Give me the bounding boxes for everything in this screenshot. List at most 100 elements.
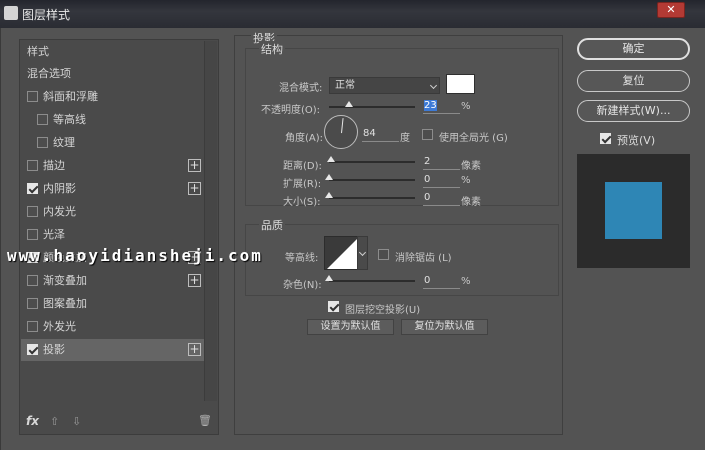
sidebar-item-label: 样式 <box>27 45 49 58</box>
noise-slider[interactable] <box>325 275 415 282</box>
knockout-label: 图层挖空投影(U) <box>345 305 421 316</box>
make-default-button[interactable]: 设置为默认值 <box>307 319 394 335</box>
noise-slider-thumb[interactable] <box>325 275 333 281</box>
sidebar-item-gradient-overlay[interactable]: 渐变叠加 + <box>21 270 204 292</box>
chevron-down-icon <box>429 81 438 90</box>
sidebar-item-label: 内阴影 <box>43 182 76 195</box>
add-gradient-overlay-button[interactable]: + <box>188 274 201 287</box>
size-slider-thumb[interactable] <box>325 192 333 198</box>
layer-style-dialog: 样式 混合选项 斜面和浮雕 等高线 纹理 描边 + 内阴影 + 内发光 光泽 颜… <box>0 28 705 450</box>
satin-checkbox[interactable] <box>27 229 38 240</box>
blend-mode-select[interactable]: 正常 <box>329 77 440 94</box>
styles-sidebar: 样式 混合选项 斜面和浮雕 等高线 纹理 描边 + 内阴影 + 内发光 光泽 颜… <box>19 39 219 435</box>
new-style-button[interactable]: 新建样式(W)... <box>577 100 690 122</box>
angle-input[interactable]: 84 <box>362 127 399 142</box>
distance-slider-thumb[interactable] <box>326 156 335 162</box>
blend-mode-label: 混合模式: <box>279 83 323 94</box>
distance-unit: 像素 <box>461 161 481 172</box>
distance-input[interactable]: 2 <box>423 155 460 170</box>
sidebar-item-outer-glow[interactable]: 外发光 <box>21 316 204 338</box>
sidebar-item-label: 内发光 <box>43 205 76 218</box>
global-light-label: 使用全局光 (G) <box>439 133 508 144</box>
sidebar-item-texture[interactable]: 纹理 <box>21 132 204 154</box>
sidebar-item-blending-options[interactable]: 混合选项 <box>21 63 204 85</box>
size-unit: 像素 <box>461 197 481 208</box>
move-up-icon[interactable]: ⇧ <box>50 415 59 428</box>
sidebar-item-drop-shadow[interactable]: 投影 + <box>21 339 204 361</box>
spread-slider-thumb[interactable] <box>325 174 333 180</box>
size-input[interactable]: 0 <box>423 191 460 206</box>
sidebar-item-satin[interactable]: 光泽 <box>21 224 204 246</box>
add-stroke-button[interactable]: + <box>188 159 201 172</box>
sidebar-item-stroke[interactable]: 描边 + <box>21 155 204 177</box>
watermark: www.haoyidiansheji.com <box>7 246 263 265</box>
opacity-unit: % <box>461 101 471 112</box>
spread-label: 扩展(R): <box>283 179 322 190</box>
angle-dial-hand <box>341 118 344 134</box>
close-button[interactable]: ✕ <box>657 2 685 18</box>
preview-checkbox[interactable] <box>600 133 611 144</box>
structure-title: 结构 <box>259 41 285 57</box>
reset-button[interactable]: 复位 <box>577 70 690 92</box>
spread-slider[interactable] <box>325 174 415 181</box>
sidebar-item-label: 描边 <box>43 159 65 172</box>
texture-checkbox[interactable] <box>37 137 48 148</box>
sidebar-item-label: 斜面和浮雕 <box>43 90 98 103</box>
sidebar-item-label: 渐变叠加 <box>43 274 87 287</box>
bevel-emboss-checkbox[interactable] <box>27 91 38 102</box>
add-inner-shadow-button[interactable]: + <box>188 182 201 195</box>
spread-unit: % <box>461 175 471 186</box>
drop-shadow-panel: 投影 结构 混合模式: 正常 不透明度(O): 23 % 角度(A): 84 度… <box>234 30 563 435</box>
gradient-overlay-checkbox[interactable] <box>27 275 38 286</box>
sidebar-item-label: 投影 <box>43 343 65 356</box>
contour-dropdown[interactable] <box>357 236 368 270</box>
sidebar-item-styles[interactable]: 样式 <box>21 41 204 63</box>
blend-mode-value: 正常 <box>335 80 355 91</box>
angle-label: 角度(A): <box>285 133 324 144</box>
sidebar-item-bevel-emboss[interactable]: 斜面和浮雕 <box>21 86 204 108</box>
size-slider[interactable] <box>325 192 415 199</box>
pattern-overlay-checkbox[interactable] <box>27 298 38 309</box>
sidebar-item-inner-glow[interactable]: 内发光 <box>21 201 204 223</box>
app-icon <box>4 6 18 20</box>
add-drop-shadow-button[interactable]: + <box>188 343 201 356</box>
opacity-input[interactable]: 23 <box>423 99 460 114</box>
contour-checkbox[interactable] <box>37 114 48 125</box>
opacity-slider[interactable] <box>329 101 415 108</box>
preview-swatch <box>605 182 662 239</box>
antialias-label: 消除锯齿 (L) <box>395 253 452 264</box>
sidebar-item-label: 光泽 <box>43 228 65 241</box>
outer-glow-checkbox[interactable] <box>27 321 38 332</box>
sidebar-scrollbar[interactable] <box>204 41 217 401</box>
style-preview <box>577 154 690 268</box>
spread-input[interactable]: 0 <box>423 173 460 188</box>
opacity-slider-thumb[interactable] <box>344 101 353 107</box>
stroke-checkbox[interactable] <box>27 160 38 171</box>
fx-icon[interactable]: fx <box>26 414 39 428</box>
trash-icon[interactable]: 🗑 <box>198 414 212 427</box>
inner-shadow-checkbox[interactable] <box>27 183 38 194</box>
sidebar-item-label: 等高线 <box>53 113 86 126</box>
reset-default-button[interactable]: 复位为默认值 <box>401 319 488 335</box>
antialias-checkbox[interactable] <box>378 249 389 260</box>
sidebar-footer: fx ⇧ ⇩ 🗑 <box>20 410 218 434</box>
global-light-checkbox[interactable] <box>422 129 433 140</box>
move-down-icon[interactable]: ⇩ <box>72 415 81 428</box>
noise-input[interactable]: 0 <box>423 274 460 289</box>
inner-glow-checkbox[interactable] <box>27 206 38 217</box>
window-title: 图层样式 <box>22 8 71 22</box>
contour-label: 等高线: <box>285 253 319 264</box>
distance-slider[interactable] <box>326 156 415 163</box>
shadow-color-swatch[interactable] <box>446 74 475 94</box>
ok-button[interactable]: 确定 <box>577 38 690 60</box>
knockout-checkbox[interactable] <box>328 301 339 312</box>
opacity-label: 不透明度(O): <box>261 105 321 116</box>
drop-shadow-checkbox[interactable] <box>27 344 38 355</box>
sidebar-item-pattern-overlay[interactable]: 图案叠加 <box>21 293 204 315</box>
noise-label: 杂色(N): <box>283 280 322 291</box>
sidebar-item-contour[interactable]: 等高线 <box>21 109 204 131</box>
angle-dial[interactable] <box>324 115 358 149</box>
sidebar-item-inner-shadow[interactable]: 内阴影 + <box>21 178 204 200</box>
sidebar-item-label: 纹理 <box>53 136 75 149</box>
contour-picker[interactable] <box>324 236 358 270</box>
